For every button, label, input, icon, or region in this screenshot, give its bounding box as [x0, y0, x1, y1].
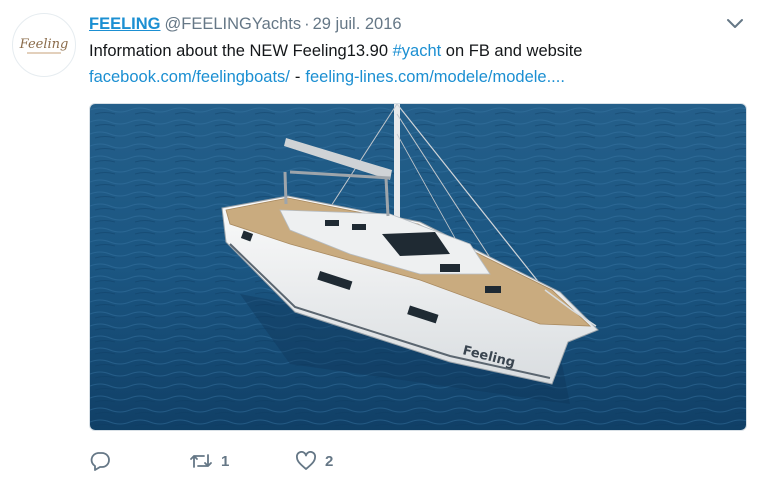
retweet-button[interactable]: 1 — [189, 452, 295, 470]
retweet-icon — [190, 454, 212, 468]
website-link[interactable]: feeling-lines.com/modele/modele.... — [305, 68, 565, 86]
tweet-text-end: on FB and website — [441, 42, 583, 60]
like-count: 2 — [325, 452, 334, 470]
retweet-count: 1 — [221, 452, 230, 470]
tweet-actions: 1 2 — [89, 448, 385, 474]
avatar[interactable]: Feeling — [12, 13, 76, 77]
tweet-header: FEELING @FEELINGYachts · 29 juil. 2016 — [89, 13, 402, 35]
author-name[interactable]: FEELING — [89, 15, 161, 33]
like-button[interactable]: 2 — [295, 451, 385, 471]
chevron-down-icon — [727, 19, 743, 28]
hashtag-link[interactable]: #yacht — [393, 42, 442, 60]
link-separator: - — [294, 68, 301, 86]
reply-button[interactable] — [89, 451, 189, 471]
yacht-image: Feeling — [90, 104, 746, 430]
tweet-date[interactable]: 29 juil. 2016 — [313, 15, 402, 33]
reply-icon — [90, 452, 110, 471]
tweet-photo[interactable]: Feeling — [89, 103, 747, 431]
author-handle[interactable]: @FEELINGYachts — [165, 15, 302, 33]
avatar-logo: Feeling — [19, 37, 69, 54]
mast — [394, 104, 400, 232]
more-options-button[interactable] — [726, 17, 744, 31]
facebook-link[interactable]: facebook.com/feelingboats/ — [89, 68, 290, 86]
tweet-text: Information about the NEW Feeling13.90 #… — [89, 40, 582, 62]
avatar-logo-text: Feeling — [19, 37, 69, 52]
tweet-links: facebook.com/feelingboats/- feeling-lines… — [89, 66, 565, 88]
tweet-card: Feeling FEELING @FEELINGYachts · 29 juil. 2… — [0, 0, 760, 484]
header-separator: · — [304, 15, 310, 33]
heart-icon — [296, 451, 316, 470]
tweet-text-start: Information about the NEW Feeling13.90 — [89, 42, 393, 60]
